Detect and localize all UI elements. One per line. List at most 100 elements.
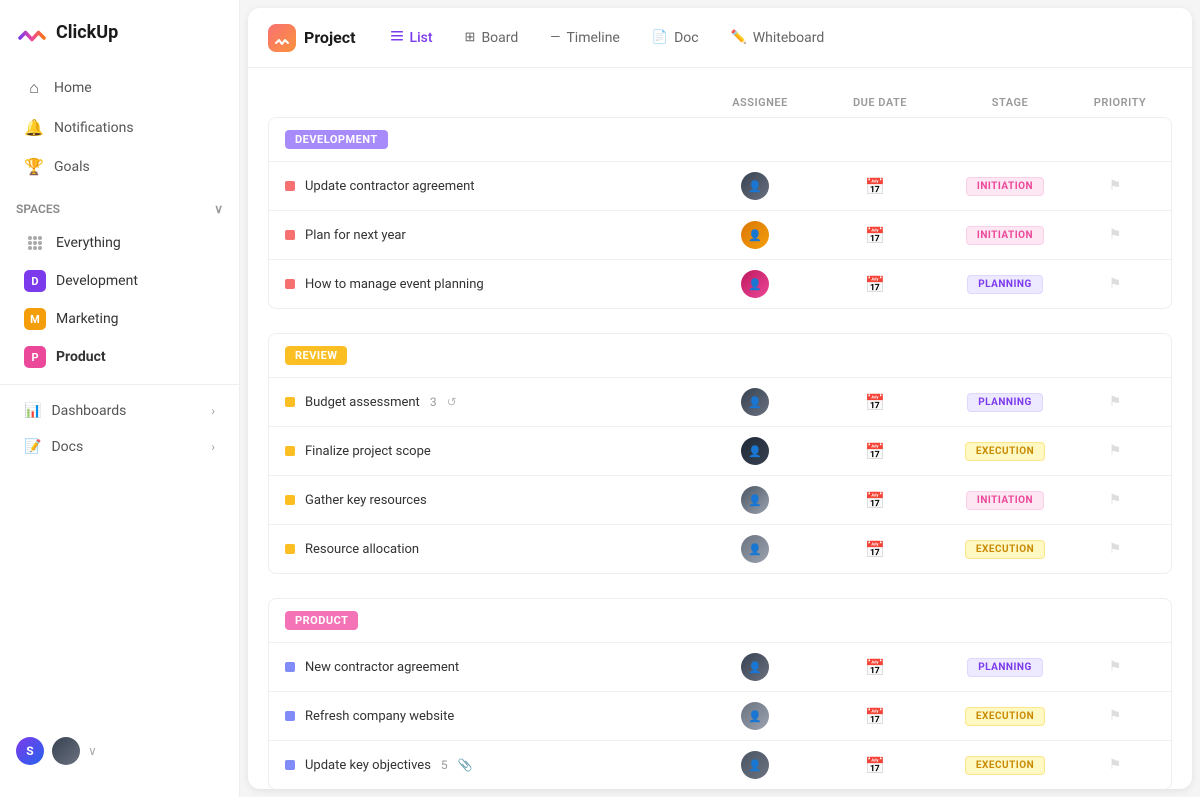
stage-badge: PLANNING xyxy=(967,658,1043,677)
task-title: Refresh company website xyxy=(305,709,454,724)
sidebar-item-docs[interactable]: 📝 Docs › xyxy=(8,429,231,465)
sidebar-item-product-label: Product xyxy=(56,349,106,365)
priority-cell[interactable]: ⚑ xyxy=(1075,394,1155,410)
stage-badge: PLANNING xyxy=(967,275,1043,294)
sidebar-item-goals-label: Goals xyxy=(54,159,90,175)
priority-cell[interactable]: ⚑ xyxy=(1075,178,1155,194)
stage-cell: INITIATION xyxy=(935,226,1075,245)
spaces-label: Spaces xyxy=(16,202,60,216)
due-date-cell[interactable]: 📅 xyxy=(815,177,935,196)
avatar: 👤 xyxy=(741,486,769,514)
stage-badge: INITIATION xyxy=(966,177,1044,196)
task-title: Gather key resources xyxy=(305,493,427,508)
task-dot xyxy=(285,711,295,721)
sidebar-item-product[interactable]: P Product xyxy=(8,338,231,376)
avatar: 👤 xyxy=(741,535,769,563)
list-tab-icon xyxy=(390,29,404,47)
assignee-cell: 👤 xyxy=(695,437,815,465)
task-name: Budget assessment 3 ↺ xyxy=(285,395,695,410)
task-dot xyxy=(285,495,295,505)
priority-cell[interactable]: ⚑ xyxy=(1075,227,1155,243)
sidebar-item-dashboards-label: Dashboards xyxy=(51,403,126,419)
stage-cell: PLANNING xyxy=(935,393,1075,412)
due-date-cell[interactable]: 📅 xyxy=(815,707,935,726)
due-date-cell[interactable]: 📅 xyxy=(815,756,935,775)
tab-whiteboard[interactable]: ✏️ Whiteboard xyxy=(717,24,839,52)
due-date-cell[interactable]: 📅 xyxy=(815,540,935,559)
sidebar-item-goals[interactable]: 🏆 Goals xyxy=(8,147,231,186)
spaces-section-header: Spaces ∨ xyxy=(0,186,239,224)
project-title: Project xyxy=(268,24,356,52)
sidebar-item-development[interactable]: D Development xyxy=(8,262,231,300)
sidebar-item-notifications[interactable]: 🔔 Notifications xyxy=(8,108,231,147)
priority-cell[interactable]: ⚑ xyxy=(1075,443,1155,459)
due-date-cell[interactable]: 📅 xyxy=(815,226,935,245)
due-date-cell[interactable]: 📅 xyxy=(815,393,935,412)
goals-icon: 🏆 xyxy=(24,157,44,176)
priority-cell[interactable]: ⚑ xyxy=(1075,659,1155,675)
marketing-space-badge: M xyxy=(24,308,46,330)
sidebar-item-everything[interactable]: Everything xyxy=(8,224,231,262)
task-dot xyxy=(285,230,295,240)
task-count: 5 xyxy=(441,758,448,772)
table-row[interactable]: Finalize project scope 👤 📅 EXECUTION ⚑ xyxy=(269,426,1171,475)
sidebar-item-development-label: Development xyxy=(56,273,138,289)
tab-whiteboard-label: Whiteboard xyxy=(753,30,825,46)
sidebar-footer: S ∨ xyxy=(0,721,239,781)
tab-board[interactable]: ⊞ Board xyxy=(451,24,533,52)
section-review: REVIEW Budget assessment 3 ↺ 👤 📅 PLANNIN… xyxy=(268,333,1172,574)
section-product: PRODUCT New contractor agreement 👤 📅 PLA… xyxy=(268,598,1172,789)
table-row[interactable]: Plan for next year 👤 📅 INITIATION ⚑ xyxy=(269,210,1171,259)
assignee-cell: 👤 xyxy=(695,221,815,249)
user-avatar-photo xyxy=(52,737,80,765)
docs-left: 📝 Docs xyxy=(24,439,83,455)
timeline-tab-icon: — xyxy=(550,30,560,45)
assignee-cell: 👤 xyxy=(695,535,815,563)
avatar: 👤 xyxy=(741,172,769,200)
table-row[interactable]: New contractor agreement 👤 📅 PLANNING ⚑ xyxy=(269,642,1171,691)
sidebar-item-marketing[interactable]: M Marketing xyxy=(8,300,231,338)
priority-cell[interactable]: ⚑ xyxy=(1075,492,1155,508)
main-content: Project List ⊞ Board — Timeline 📄 xyxy=(248,8,1192,789)
stage-cell: EXECUTION xyxy=(935,756,1075,775)
task-name: New contractor agreement xyxy=(285,660,695,675)
stage-cell: PLANNING xyxy=(935,275,1075,294)
stage-cell: INITIATION xyxy=(935,491,1075,510)
priority-cell[interactable]: ⚑ xyxy=(1075,276,1155,292)
dashboards-icon: 📊 xyxy=(24,403,41,419)
tab-doc[interactable]: 📄 Doc xyxy=(638,24,713,52)
user-chevron-icon[interactable]: ∨ xyxy=(88,744,97,758)
home-icon: ⌂ xyxy=(24,78,44,98)
priority-cell[interactable]: ⚑ xyxy=(1075,541,1155,557)
stage-cell: EXECUTION xyxy=(935,540,1075,559)
clickup-logo-icon xyxy=(16,16,48,48)
due-date-cell[interactable]: 📅 xyxy=(815,491,935,510)
sidebar-item-home[interactable]: ⌂ Home xyxy=(8,68,231,108)
priority-cell[interactable]: ⚑ xyxy=(1075,708,1155,724)
stage-badge: INITIATION xyxy=(966,491,1044,510)
due-date-cell[interactable]: 📅 xyxy=(815,442,935,461)
sidebar-item-dashboards[interactable]: 📊 Dashboards › xyxy=(8,393,231,429)
tab-list[interactable]: List xyxy=(376,23,447,53)
tab-list-label: List xyxy=(410,30,433,46)
task-name: Gather key resources xyxy=(285,493,695,508)
table-row[interactable]: How to manage event planning 👤 📅 PLANNIN… xyxy=(269,259,1171,308)
task-title: How to manage event planning xyxy=(305,277,484,292)
due-date-cell[interactable]: 📅 xyxy=(815,658,935,677)
task-subtask-icon: ↺ xyxy=(447,395,457,409)
stage-cell: EXECUTION xyxy=(935,442,1075,461)
due-date-cell[interactable]: 📅 xyxy=(815,275,935,294)
priority-cell[interactable]: ⚑ xyxy=(1075,757,1155,773)
tab-timeline[interactable]: — Timeline xyxy=(536,24,634,52)
table-row[interactable]: Update contractor agreement 👤 📅 INITIATI… xyxy=(269,161,1171,210)
table-row[interactable]: Resource allocation 👤 📅 EXECUTION ⚑ xyxy=(269,524,1171,573)
spaces-collapse-icon[interactable]: ∨ xyxy=(214,202,223,216)
task-dot xyxy=(285,760,295,770)
table-row[interactable]: Update key objectives 5 📎 👤 📅 EXECUTION … xyxy=(269,740,1171,789)
user-avatar-initial[interactable]: S xyxy=(16,737,44,765)
board-tab-icon: ⊞ xyxy=(465,30,476,45)
task-dot xyxy=(285,279,295,289)
table-row[interactable]: Gather key resources 👤 📅 INITIATION ⚑ xyxy=(269,475,1171,524)
table-row[interactable]: Refresh company website 👤 📅 EXECUTION ⚑ xyxy=(269,691,1171,740)
table-row[interactable]: Budget assessment 3 ↺ 👤 📅 PLANNING ⚑ xyxy=(269,377,1171,426)
